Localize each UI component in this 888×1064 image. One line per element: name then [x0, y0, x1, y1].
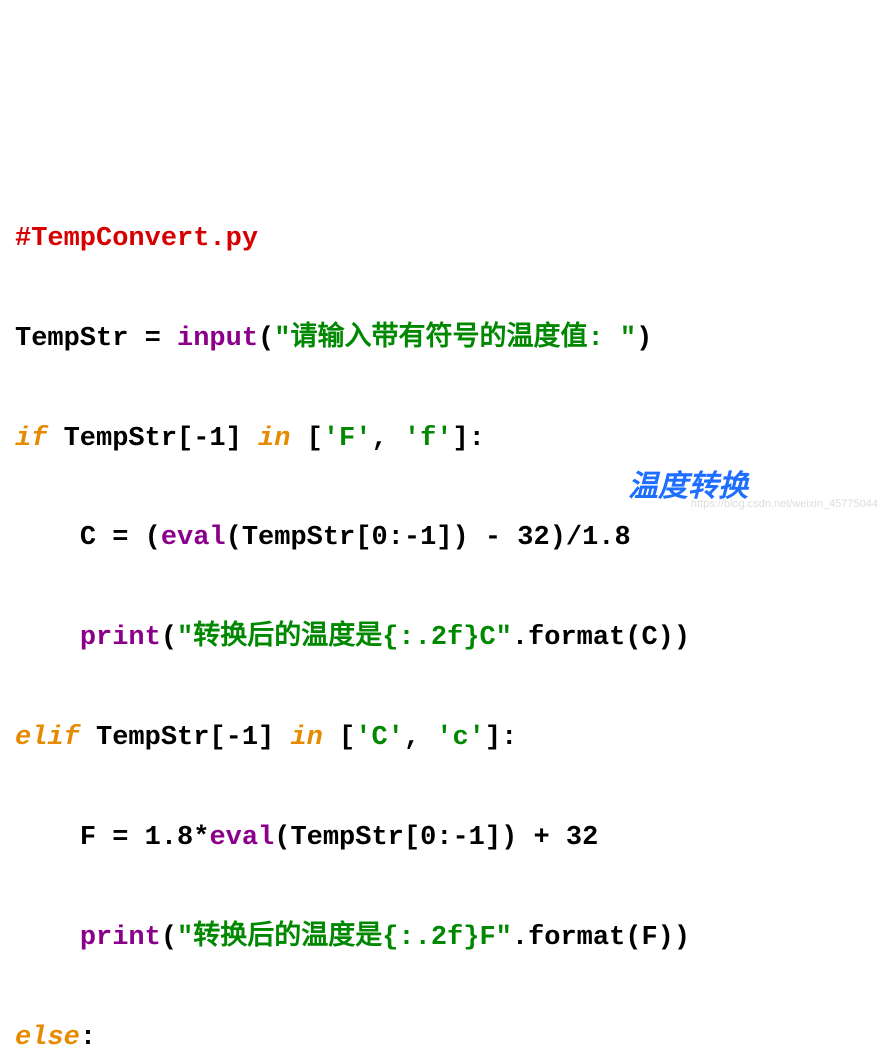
string-literal: 'F'	[323, 424, 372, 454]
code-line-6: elif TempStr[-1] in ['C', 'c']:	[15, 714, 873, 764]
code-text: :	[80, 1023, 96, 1053]
keyword-in: in	[290, 723, 322, 753]
code-line-4: C = (eval(TempStr[0:-1]) - 32)/1.8	[15, 514, 873, 564]
paren: (	[258, 324, 274, 354]
string-literal: 'c'	[436, 723, 485, 753]
indent	[15, 823, 80, 853]
keyword-elif: elif	[15, 723, 80, 753]
code-line-3: if TempStr[-1] in ['F', 'f']:	[15, 415, 873, 465]
string-literal: 'C'	[355, 723, 404, 753]
code-line-8: print("转换后的温度是{:.2f}F".format(F))	[15, 914, 873, 964]
code-line-2: TempStr = input("请输入带有符号的温度值: ")	[15, 315, 873, 365]
builtin-eval: eval	[209, 823, 274, 853]
builtin-eval: eval	[161, 523, 226, 553]
indent	[15, 623, 80, 653]
keyword-else: else	[15, 1023, 80, 1053]
string-literal: "转换后的温度是{:.2f}C"	[177, 623, 512, 653]
code-text: ,	[404, 723, 436, 753]
source-url: https://blog.csdn.net/weixin_45775044	[691, 494, 878, 514]
indent	[15, 523, 80, 553]
paren: (	[161, 923, 177, 953]
string-literal: "请输入带有符号的温度值: "	[274, 324, 636, 354]
code-line-1: #TempConvert.py	[15, 215, 873, 265]
code-text: [	[323, 723, 355, 753]
code-text: ]:	[485, 723, 517, 753]
code-text: TempStr =	[15, 324, 177, 354]
string-literal: 'f'	[404, 424, 453, 454]
keyword-in: in	[258, 424, 290, 454]
code-line-5: print("转换后的温度是{:.2f}C".format(C))	[15, 614, 873, 664]
builtin-print: print	[80, 623, 161, 653]
builtin-print: print	[80, 923, 161, 953]
code-text: .format(F))	[512, 923, 690, 953]
code-text: C = (	[80, 523, 161, 553]
code-text: .format(C))	[512, 623, 690, 653]
indent	[15, 923, 80, 953]
code-text: F = 1.8*	[80, 823, 210, 853]
code-text: [	[290, 424, 322, 454]
keyword-if: if	[15, 424, 47, 454]
code-text: TempStr[-1]	[47, 424, 258, 454]
code-text: ]:	[452, 424, 484, 454]
string-literal: "转换后的温度是{:.2f}F"	[177, 923, 512, 953]
builtin-input: input	[177, 324, 258, 354]
code-text: (TempStr[0:-1]) - 32)/1.8	[226, 523, 631, 553]
code-text: (TempStr[0:-1]) + 32	[274, 823, 598, 853]
comment: #TempConvert.py	[15, 224, 258, 254]
code-line-9: else:	[15, 1014, 873, 1064]
code-line-7: F = 1.8*eval(TempStr[0:-1]) + 32	[15, 814, 873, 864]
paren: (	[161, 623, 177, 653]
code-text: TempStr[-1]	[80, 723, 291, 753]
paren: )	[636, 324, 652, 354]
code-text: ,	[371, 424, 403, 454]
